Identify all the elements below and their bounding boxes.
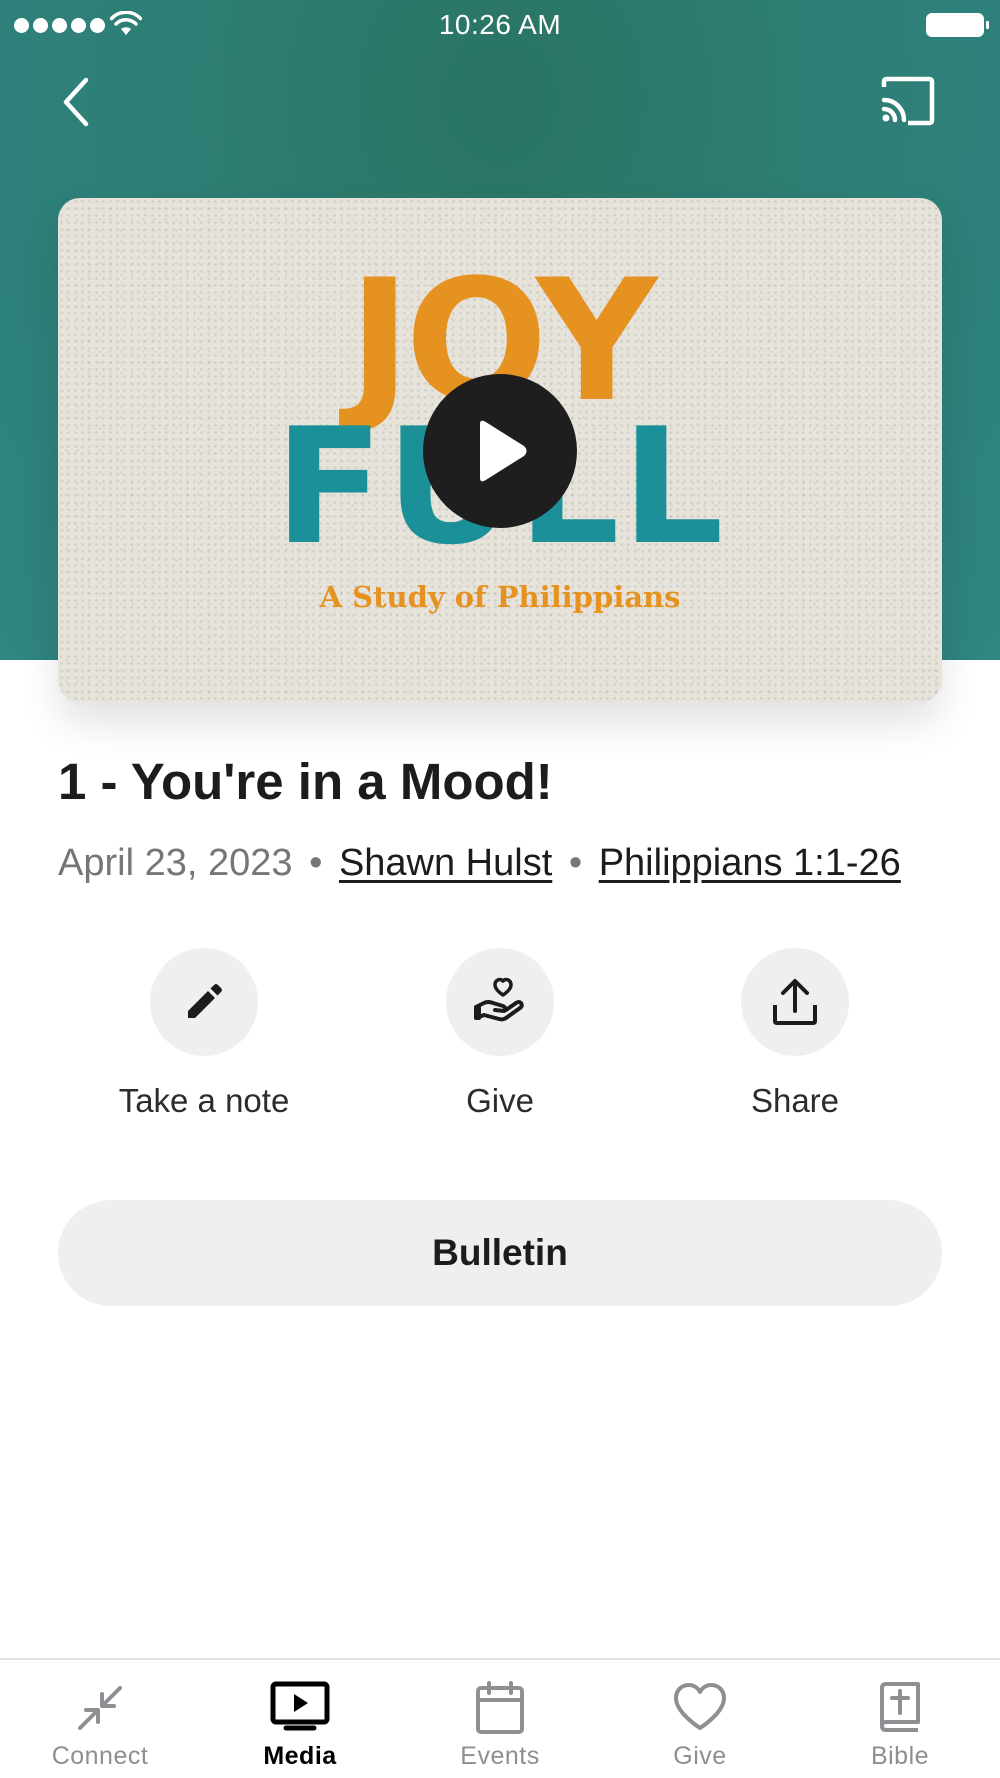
- tab-bible[interactable]: Bible: [800, 1660, 1000, 1778]
- sermon-date: April 23, 2023: [58, 842, 293, 884]
- share-label: Share: [750, 1082, 840, 1119]
- scripture-link[interactable]: Philippians 1:1-26: [599, 842, 901, 884]
- bottom-tab-bar: Connect Media Events Give Bible: [0, 1658, 1000, 1778]
- give-label: Give: [466, 1082, 534, 1119]
- chevron-left-icon: [63, 77, 89, 127]
- take-note-circle: [150, 948, 258, 1056]
- tab-connect[interactable]: Connect: [0, 1660, 200, 1778]
- calendar-icon: [476, 1681, 524, 1734]
- heart-icon: [674, 1683, 726, 1730]
- cast-button[interactable]: [878, 76, 938, 126]
- share-button[interactable]: Share: [665, 948, 925, 1120]
- speaker-link[interactable]: Shawn Hulst: [339, 842, 552, 884]
- status-time: 10:26 AM: [438, 9, 562, 40]
- share-circle: [741, 948, 849, 1056]
- connect-icon: [78, 1686, 122, 1730]
- back-button[interactable]: [58, 74, 98, 130]
- battery-icon: [926, 13, 989, 37]
- play-icon: [480, 420, 527, 482]
- bulletin-button[interactable]: Bulletin: [58, 1200, 942, 1306]
- tab-media-label: Media: [263, 1742, 337, 1770]
- sermon-meta: April 23, 2023 • Shawn Hulst • Philippia…: [58, 842, 901, 885]
- tab-connect-label: Connect: [51, 1742, 149, 1770]
- take-note-button[interactable]: Take a note: [74, 948, 334, 1120]
- media-icon: [270, 1681, 330, 1731]
- tab-media[interactable]: Media: [200, 1660, 400, 1778]
- meta-separator: •: [568, 842, 583, 884]
- tab-give[interactable]: Give: [600, 1660, 800, 1778]
- tab-events[interactable]: Events: [400, 1660, 600, 1778]
- status-bar: 10:26 AM: [0, 0, 1000, 52]
- cast-icon: [881, 76, 935, 126]
- tab-events-label: Events: [460, 1742, 540, 1770]
- share-icon: [773, 979, 817, 1025]
- meta-separator: •: [309, 842, 323, 884]
- video-thumbnail[interactable]: JOY FULL A Study of Philippians: [58, 198, 942, 702]
- series-art-subtitle: A Study of Philippians: [319, 580, 681, 614]
- give-circle: [446, 948, 554, 1056]
- take-note-label: Take a note: [118, 1082, 290, 1119]
- tab-give-label: Give: [673, 1742, 727, 1770]
- sermon-title: 1 - You're in a Mood!: [58, 753, 553, 810]
- bible-icon: [880, 1682, 920, 1732]
- tab-bible-label: Bible: [870, 1742, 930, 1770]
- giving-hand-icon: [474, 977, 524, 1022]
- pencil-icon: [188, 984, 222, 1018]
- give-button[interactable]: Give: [370, 948, 630, 1120]
- play-button[interactable]: [423, 374, 577, 528]
